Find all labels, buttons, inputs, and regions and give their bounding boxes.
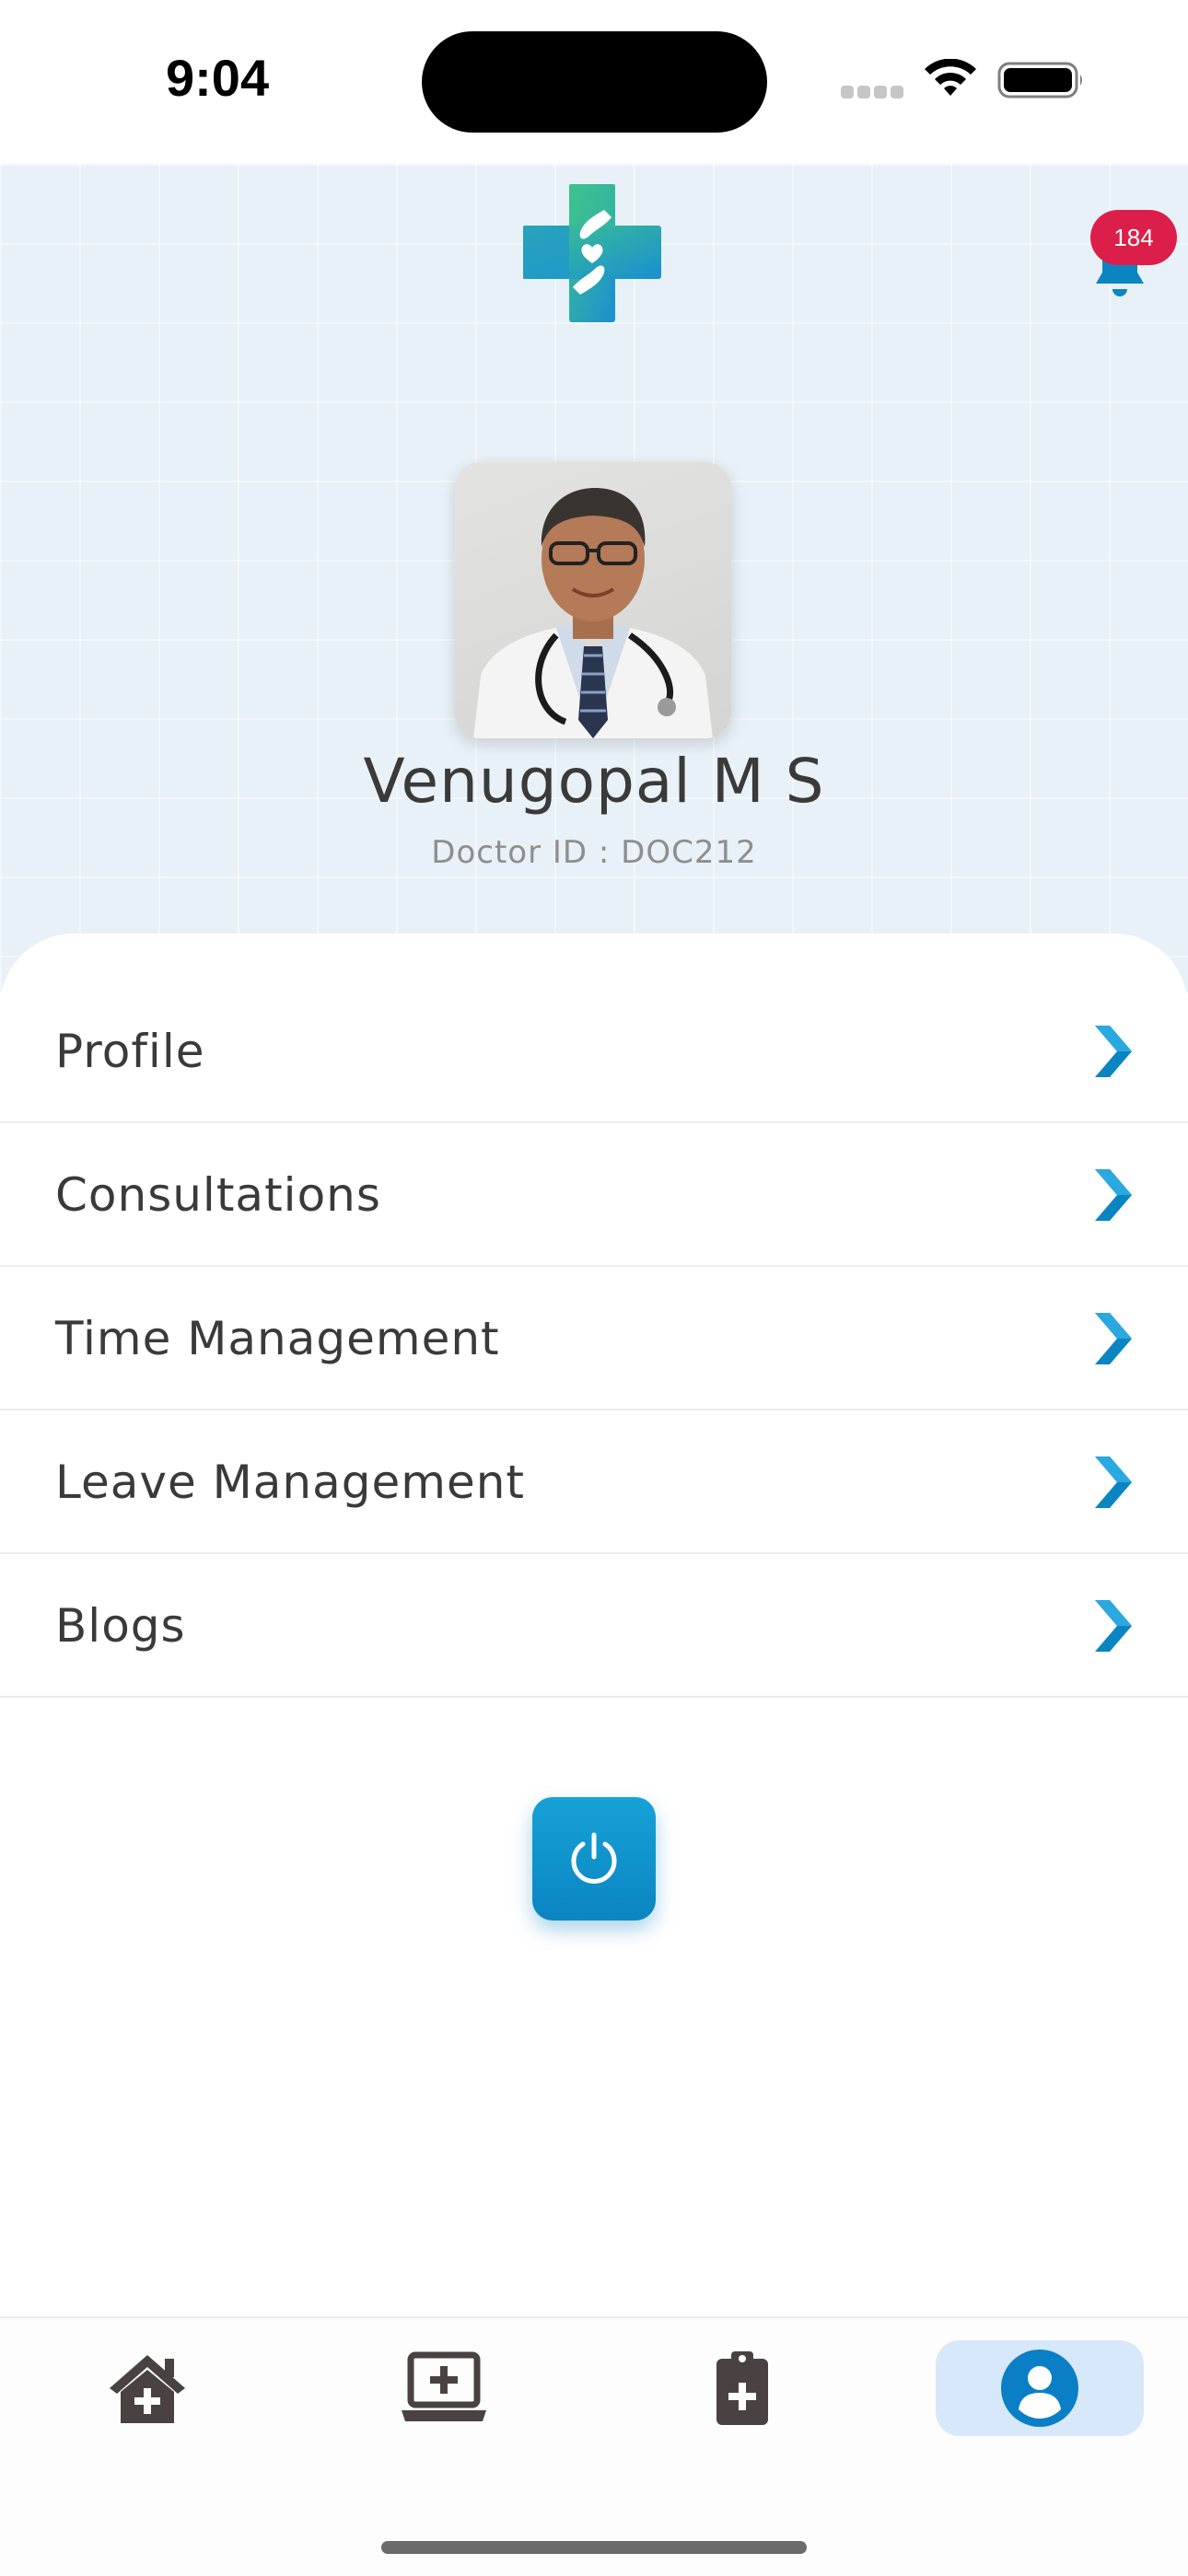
menu-item-leave-management[interactable]: Leave Management [0,1410,1188,1554]
menu-item-label: Blogs [55,1599,186,1653]
status-bar: 9:04 [0,0,1188,164]
home-indicator [381,2541,807,2554]
doctor-photo [473,488,713,738]
chevron-right-icon [1095,1313,1132,1364]
menu-item-label: Leave Management [55,1456,525,1509]
clipboard-medical-icon [716,2351,768,2425]
bottom-tab-bar [0,2316,1188,2576]
doctor-name: Venugopal M S [363,746,825,817]
tab-records[interactable] [638,2340,846,2436]
menu-item-time-management[interactable]: Time Management [0,1267,1188,1410]
tab-account[interactable] [936,2340,1144,2436]
menu-item-blogs[interactable]: Blogs [0,1554,1188,1698]
cellular-signal-icon [841,85,907,99]
logout-button[interactable] [532,1797,656,1920]
battery-icon [997,62,1082,99]
chevron-right-icon [1095,1600,1132,1652]
user-circle-icon [1001,2350,1078,2427]
medical-cross-logo-icon [523,184,661,322]
chevron-right-icon [1095,1026,1132,1077]
dynamic-island [422,31,767,133]
doctor-id: Doctor ID : DOC212 [431,834,757,871]
menu-card: Profile Consultations Time Management Le… [0,934,1188,2315]
menu-item-label: Profile [55,1025,205,1078]
menu-item-consultations[interactable]: Consultations [0,1123,1188,1267]
avatar [455,462,731,738]
chevron-right-icon [1095,1169,1132,1221]
menu-item-label: Consultations [55,1168,381,1222]
tab-consultations[interactable] [340,2340,548,2436]
status-time: 9:04 [166,49,270,107]
power-icon [571,1832,617,1884]
chevron-right-icon [1095,1456,1132,1508]
menu-item-profile[interactable]: Profile [0,980,1188,1123]
wifi-icon [925,59,976,96]
laptop-medical-icon [402,2351,486,2421]
notification-count-badge: 184 [1090,210,1177,265]
tab-home[interactable] [43,2340,251,2436]
menu-item-label: Time Management [55,1312,500,1365]
home-plus-icon [110,2355,185,2423]
